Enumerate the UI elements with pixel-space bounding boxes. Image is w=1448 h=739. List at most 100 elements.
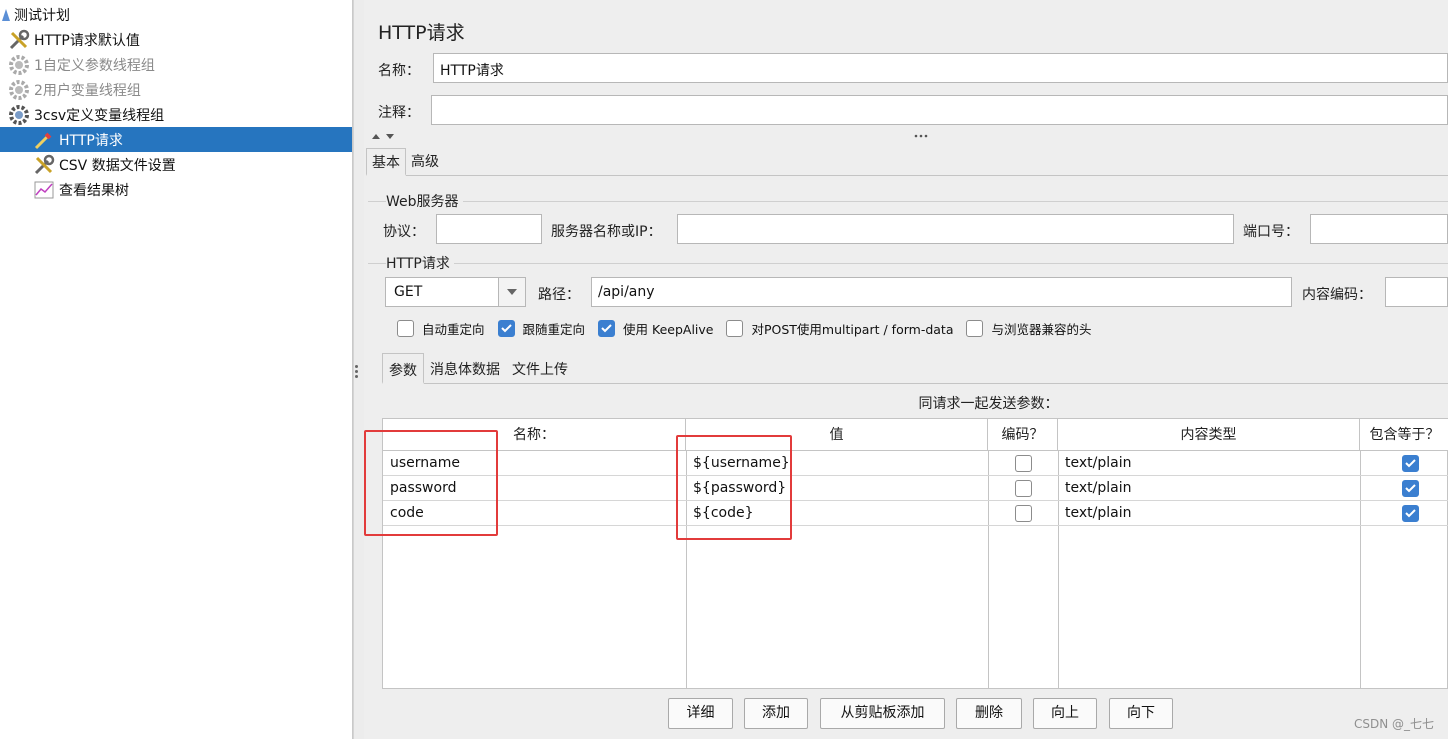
- cell-include-equals-checkbox[interactable]: [1402, 455, 1419, 472]
- cell-content-type[interactable]: text/plain: [1058, 501, 1131, 526]
- table-caption: 同请求一起发送参数：: [918, 396, 1059, 412]
- highlight-box-values: [676, 435, 792, 540]
- tree-item-label: HTTP请求: [59, 132, 123, 149]
- pipette-icon: [33, 129, 55, 151]
- highlight-box-names: [364, 430, 498, 536]
- detail-button[interactable]: 详细: [668, 698, 733, 729]
- tree-item-thread-group-2[interactable]: 2用户变量线程组: [8, 77, 141, 102]
- option-label: 跟随重定向: [522, 322, 586, 337]
- option-browser-compatible[interactable]: 与浏览器兼容的头: [966, 319, 1092, 338]
- group-divider: [368, 201, 1448, 202]
- tree-item-label: 查看结果树: [59, 182, 129, 199]
- wrench-icon: [33, 154, 55, 176]
- tree-item-thread-group-3[interactable]: 3csv定义变量线程组: [8, 102, 164, 127]
- check-icon: [601, 324, 612, 333]
- checkbox[interactable]: [397, 320, 414, 337]
- up-button[interactable]: 向上: [1033, 698, 1097, 729]
- check-icon: [1405, 459, 1416, 468]
- options-row: 自动重定向 跟随重定向 使用 KeepAlive 对POST使用multipar…: [397, 319, 1105, 338]
- cell-encode-checkbox[interactable]: [1015, 480, 1032, 497]
- tree-item-csv-config[interactable]: CSV 数据文件设置: [33, 152, 176, 177]
- port-label: 端口号：: [1243, 224, 1299, 240]
- checkbox-checked[interactable]: [598, 320, 616, 337]
- wrench-icon: [8, 29, 30, 51]
- test-plan-tree[interactable]: 测试计划 HTTP请求默认值 1自定义参数线程组 2用户变量线程组 3csv定义…: [0, 0, 353, 739]
- tab-files-upload[interactable]: 文件上传: [506, 353, 574, 383]
- cell-include-equals-checkbox[interactable]: [1402, 505, 1419, 522]
- tab-parameters[interactable]: 参数: [382, 353, 424, 384]
- encoding-field[interactable]: [1385, 277, 1448, 307]
- http-request-group-title: HTTP请求: [386, 253, 454, 273]
- port-field[interactable]: [1310, 214, 1448, 244]
- collapse-bar[interactable]: [366, 130, 1448, 142]
- option-auto-redirect[interactable]: 自动重定向: [397, 319, 485, 338]
- parameter-tabs: 参数 消息体数据 文件上传: [382, 353, 1448, 384]
- option-keepalive[interactable]: 使用 KeepAlive: [598, 319, 713, 338]
- gear-icon: [8, 79, 30, 101]
- server-label: 服务器名称或IP：: [551, 224, 662, 240]
- method-select[interactable]: GET: [385, 277, 526, 307]
- tree-item-label: HTTP请求默认值: [34, 32, 140, 49]
- tree-item-results-tree[interactable]: 查看结果树: [33, 177, 129, 202]
- chart-icon: [33, 179, 55, 201]
- tab-advanced[interactable]: 高级: [406, 148, 444, 175]
- tree-item-test-plan[interactable]: 测试计划: [0, 2, 70, 27]
- check-icon: [1405, 509, 1416, 518]
- cell-content-type[interactable]: text/plain: [1058, 451, 1131, 476]
- main-tabs: 基本 高级: [366, 148, 1448, 176]
- tab-body-data[interactable]: 消息体数据: [424, 353, 506, 383]
- protocol-label: 协议：: [383, 224, 425, 240]
- add-from-clipboard-button[interactable]: 从剪贴板添加: [820, 698, 945, 729]
- name-field[interactable]: HTTP请求: [433, 53, 1448, 83]
- down-button[interactable]: 向下: [1109, 698, 1173, 729]
- protocol-field[interactable]: [436, 214, 542, 244]
- tree-item-label: CSV 数据文件设置: [59, 157, 176, 174]
- option-label: 自动重定向: [422, 322, 485, 337]
- option-label: 使用 KeepAlive: [623, 322, 714, 337]
- column-header-include-equals[interactable]: 包含等于？: [1360, 419, 1448, 451]
- table-row[interactable]: code ${code} text/plain: [383, 501, 1448, 526]
- cell-include-equals-checkbox[interactable]: [1402, 480, 1419, 497]
- cell-encode-checkbox[interactable]: [1015, 505, 1032, 522]
- web-server-group-title: Web服务器: [386, 191, 463, 211]
- tab-basic[interactable]: 基本: [366, 148, 406, 176]
- chevron-down-icon[interactable]: [498, 278, 525, 306]
- gear-icon: [8, 104, 30, 126]
- collapse-arrows-icon[interactable]: [366, 130, 1448, 142]
- table-row[interactable]: username ${username} text/plain: [383, 451, 1448, 476]
- parameters-table[interactable]: 名称： 值 编码？ 内容类型 包含等于？ username ${username…: [364, 418, 1448, 689]
- server-field[interactable]: [677, 214, 1234, 244]
- table-row[interactable]: password ${password} text/plain: [383, 476, 1448, 501]
- check-icon: [1405, 484, 1416, 493]
- column-header-content-type[interactable]: 内容类型: [1058, 419, 1360, 451]
- tree-item-http-request[interactable]: HTTP请求: [0, 127, 352, 152]
- checkbox-checked[interactable]: [497, 320, 515, 337]
- option-multipart[interactable]: 对POST使用multipart / form-data: [726, 319, 953, 338]
- gear-icon: [8, 54, 30, 76]
- option-follow-redirects[interactable]: 跟随重定向: [497, 319, 586, 338]
- checkbox[interactable]: [966, 320, 984, 337]
- tree-item-thread-group-1[interactable]: 1自定义参数线程组: [8, 52, 155, 77]
- column-header-encode[interactable]: 编码？: [988, 419, 1058, 451]
- delete-button[interactable]: 删除: [956, 698, 1022, 729]
- cell-encode-checkbox[interactable]: [1015, 455, 1032, 472]
- comment-field[interactable]: [431, 95, 1448, 125]
- path-label: 路径：: [538, 287, 580, 303]
- tree-item-label: 1自定义参数线程组: [34, 57, 155, 74]
- tree-item-label: 2用户变量线程组: [34, 82, 141, 99]
- tree-item-label: 3csv定义变量线程组: [34, 107, 165, 124]
- option-label: 对POST使用multipart / form-data: [751, 322, 954, 337]
- watermark: CSDN @_七七: [1353, 717, 1434, 731]
- cell-content-type[interactable]: text/plain: [1058, 476, 1131, 501]
- add-button[interactable]: 添加: [744, 698, 808, 729]
- split-handle-icon[interactable]: [355, 364, 359, 384]
- path-field[interactable]: /api/any: [591, 277, 1292, 307]
- http-request-panel: HTTP请求 名称： HTTP请求 注释： 基本 高级 Web服务器 协议： 服…: [364, 0, 1448, 739]
- tree-item-http-defaults[interactable]: HTTP请求默认值: [8, 27, 140, 52]
- comment-label: 注释：: [378, 105, 420, 121]
- test-plan-icon: [0, 4, 12, 26]
- checkbox[interactable]: [726, 320, 744, 337]
- option-label: 与浏览器兼容的头: [991, 322, 1092, 337]
- name-label: 名称：: [378, 63, 420, 79]
- tree-item-label: 测试计划: [14, 7, 70, 24]
